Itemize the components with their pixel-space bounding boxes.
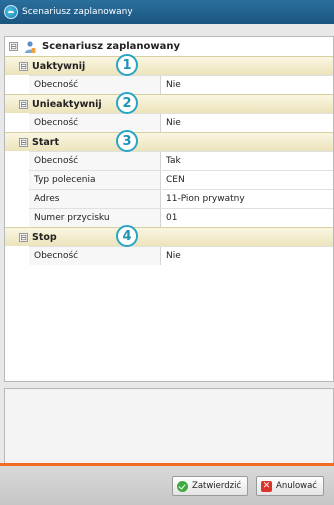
window-body: ⊟ Scenariusz zaplanowany ⊟ Uaktywnij 1 O… [0, 24, 334, 505]
collapse-toggle-icon[interactable]: ⊟ [9, 42, 18, 51]
property-value[interactable]: Tak [161, 152, 333, 170]
property-row[interactable]: Obecność Nie [29, 75, 333, 94]
property-name: Adres [29, 190, 161, 208]
title-bar[interactable]: Scenariusz zaplanowany [0, 0, 334, 24]
category-uaktywnij[interactable]: ⊟ Uaktywnij 1 [5, 54, 333, 76]
property-value[interactable]: CEN [161, 171, 333, 189]
property-value[interactable]: Nie [161, 114, 333, 132]
window-title: Scenariusz zaplanowany [22, 7, 133, 17]
property-name: Obecność [29, 114, 161, 132]
property-row[interactable]: Typ polecenia CEN [29, 170, 333, 189]
callout-number: 2 [116, 92, 138, 114]
scenario-user-icon [25, 40, 36, 53]
property-row[interactable]: Obecność Tak [29, 151, 333, 170]
category-stop[interactable]: ⊟ Stop 4 [5, 225, 333, 247]
tree-root[interactable]: ⊟ Scenariusz zaplanowany [5, 37, 333, 56]
property-value[interactable]: 01 [161, 209, 333, 227]
dialog-footer: Zatwierdzić ✕ Anulować [0, 466, 334, 505]
property-value[interactable]: Nie [161, 76, 333, 94]
property-row[interactable]: Obecność Nie [29, 246, 333, 265]
property-row[interactable]: Adres 11-Pion prywatny [29, 189, 333, 208]
category-label: Unieaktywnij [32, 98, 102, 110]
tree-root-label: Scenariusz zaplanowany [42, 41, 181, 52]
property-row[interactable]: Numer przycisku 01 [29, 208, 333, 227]
confirm-button-label: Zatwierdzić [192, 481, 242, 491]
collapse-toggle-icon[interactable]: ⊟ [19, 99, 28, 109]
category-start[interactable]: ⊟ Start 3 [5, 130, 333, 152]
callout-number: 4 [116, 225, 138, 247]
app-logo-icon [4, 5, 18, 19]
property-row[interactable]: Obecność Nie [29, 113, 333, 132]
collapse-toggle-icon[interactable]: ⊟ [19, 61, 28, 71]
property-name: Typ polecenia [29, 171, 161, 189]
collapse-toggle-icon[interactable]: ⊟ [19, 137, 28, 147]
property-name: Obecność [29, 76, 161, 94]
confirm-button[interactable]: Zatwierdzić [172, 476, 249, 496]
close-icon: ✕ [261, 480, 272, 492]
callout-number: 3 [116, 130, 138, 152]
category-label: Uaktywnij [32, 60, 86, 72]
callout-number: 1 [116, 54, 138, 76]
category-unieaktywnij[interactable]: ⊟ Unieaktywnij 2 [5, 92, 333, 114]
category-label: Stop [32, 231, 57, 243]
collapse-toggle-icon[interactable]: ⊟ [19, 232, 28, 242]
property-value[interactable]: Nie [161, 247, 333, 265]
property-name: Obecność [29, 247, 161, 265]
property-name: Numer przycisku [29, 209, 161, 227]
property-value[interactable]: 11-Pion prywatny [161, 190, 333, 208]
cancel-button[interactable]: ✕ Anulować [256, 476, 324, 496]
property-name: Obecność [29, 152, 161, 170]
check-icon [177, 480, 188, 492]
category-label: Start [32, 136, 60, 148]
property-tree: ⊟ Scenariusz zaplanowany ⊟ Uaktywnij 1 O… [4, 36, 334, 382]
cancel-button-label: Anulować [276, 481, 317, 491]
